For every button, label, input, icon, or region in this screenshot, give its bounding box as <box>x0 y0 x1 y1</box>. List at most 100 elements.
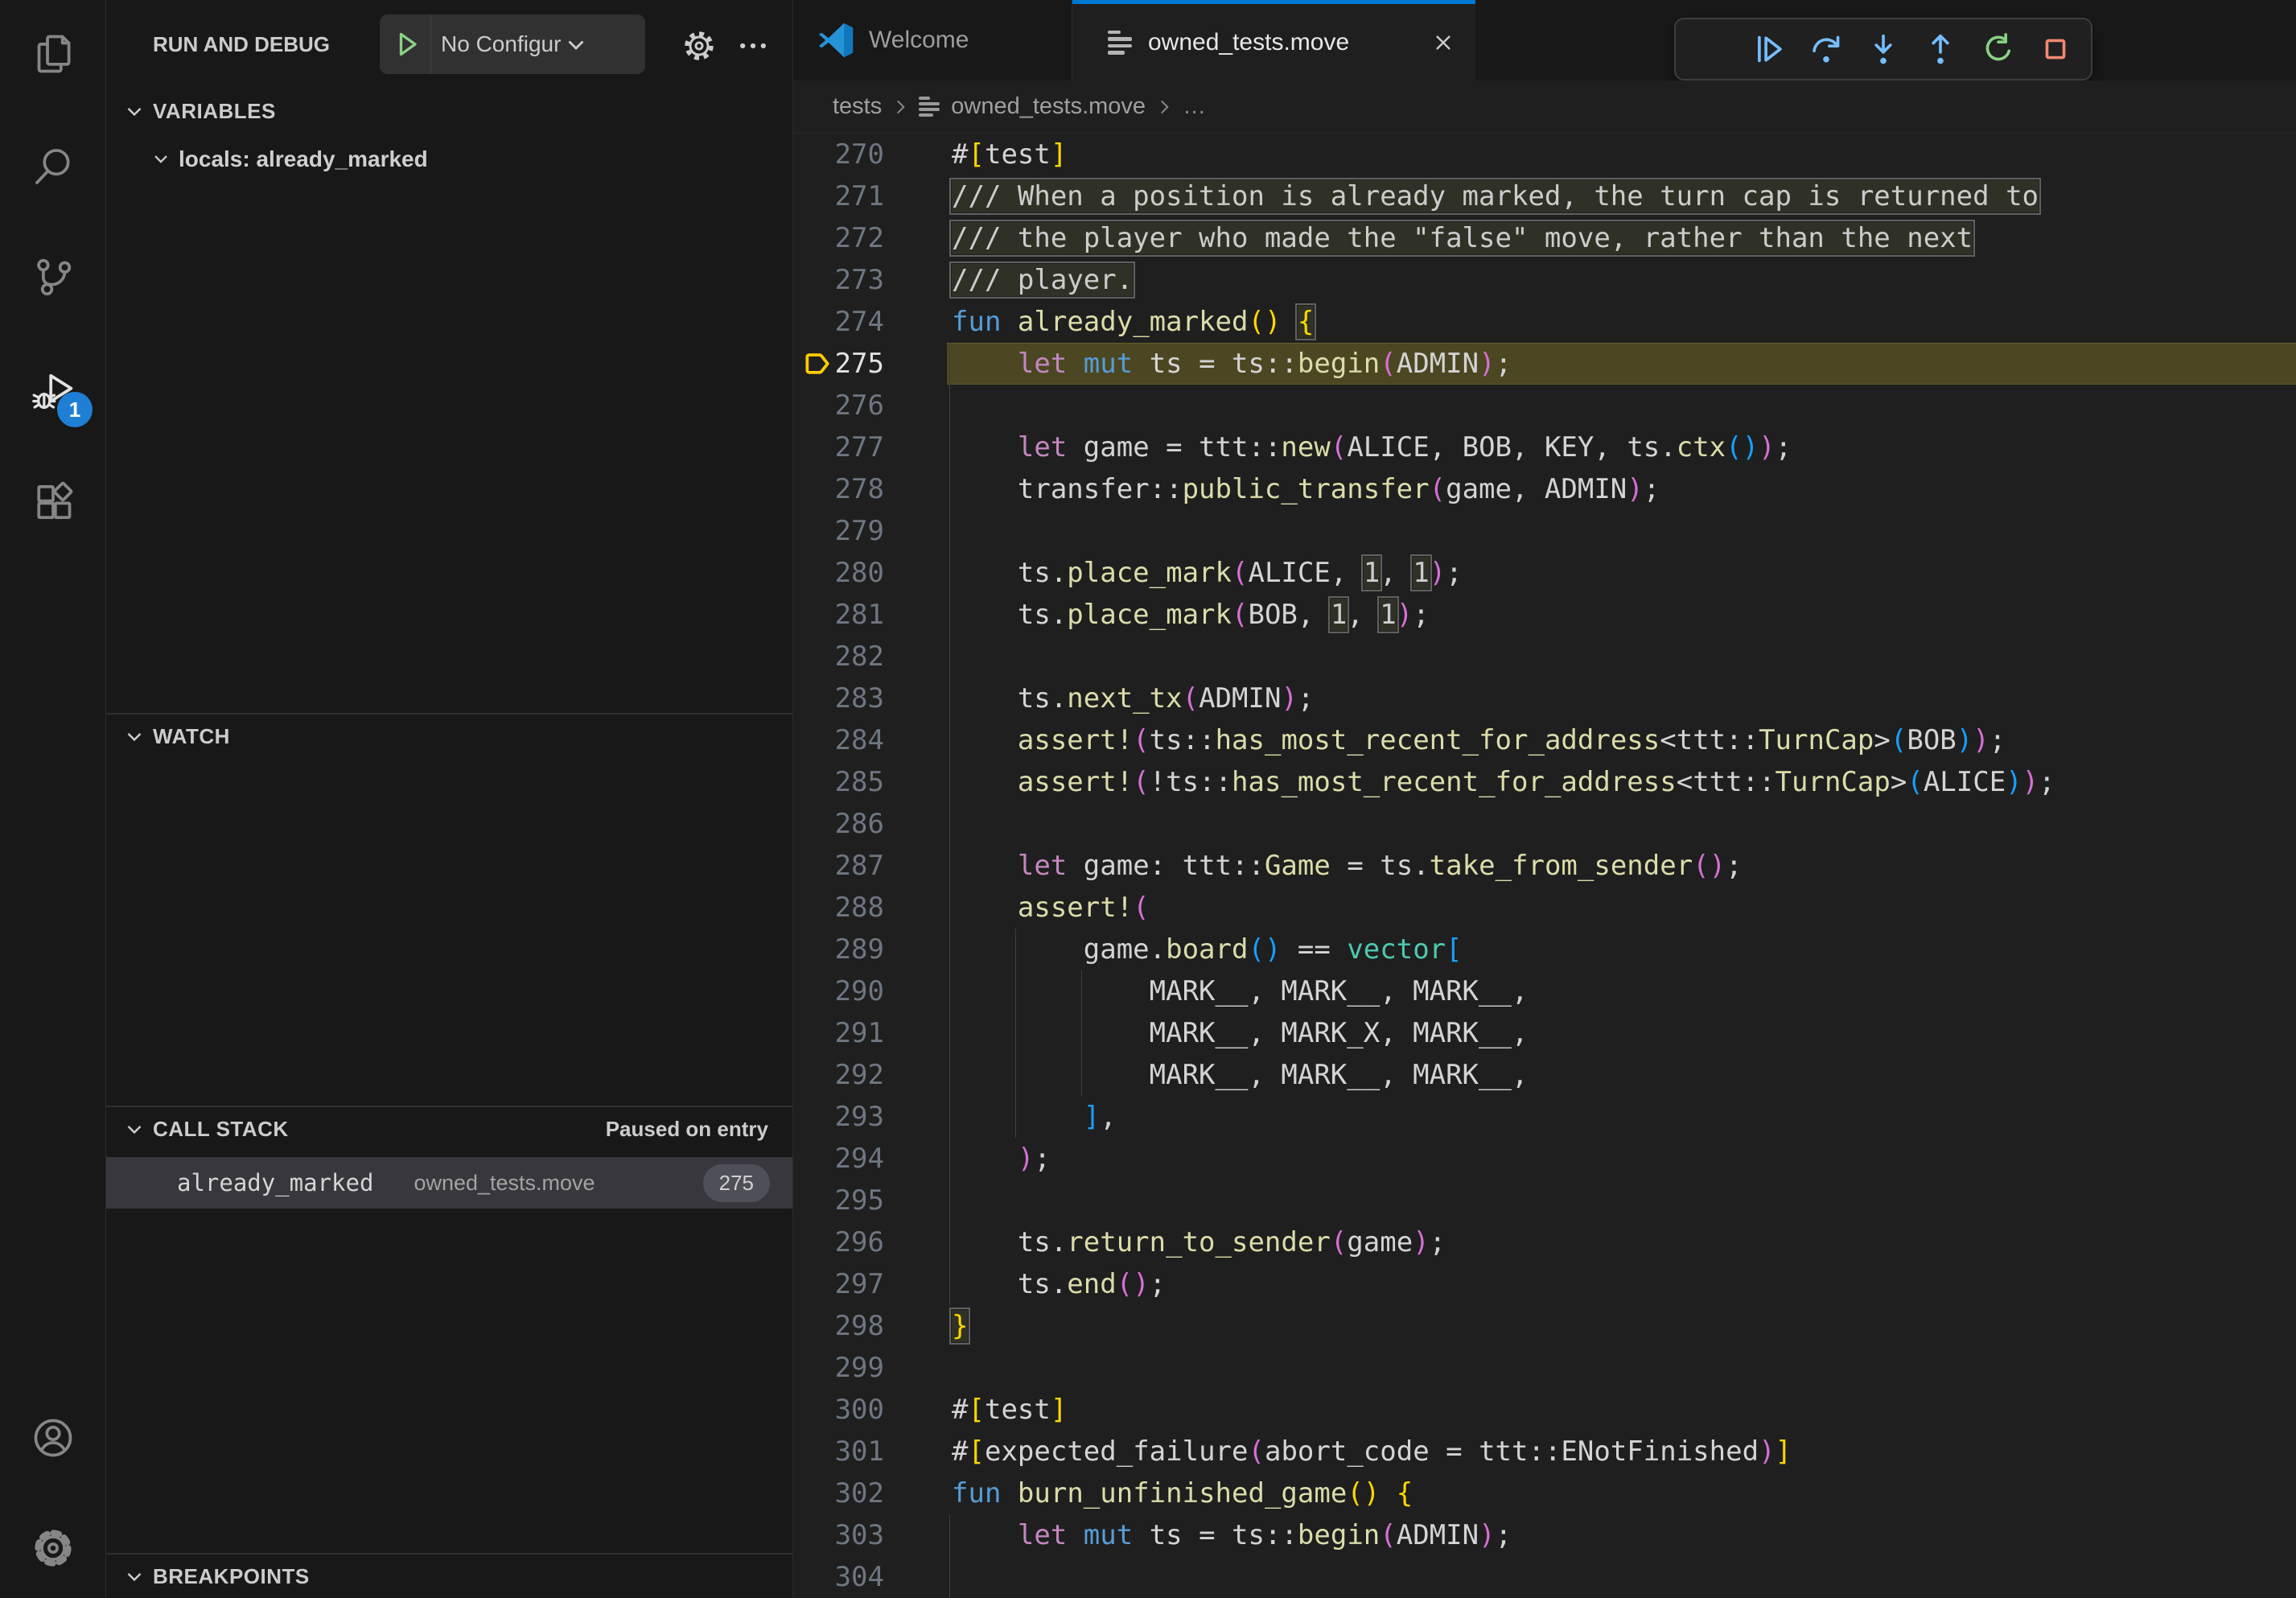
code-content[interactable]: let game: ttt::Game = ts.take_from_sende… <box>947 845 2296 887</box>
code-line-291[interactable]: 291 MARK__, MARK_X, MARK__, <box>793 1012 2296 1054</box>
code-content[interactable]: ts.place_mark(BOB, 1, 1); <box>947 594 2296 636</box>
code-line-276[interactable]: 276 <box>793 385 2296 426</box>
debug-settings-gear-button[interactable] <box>680 28 718 67</box>
gutter-line-281[interactable]: 281 <box>793 594 947 636</box>
gutter-line-295[interactable]: 295 <box>793 1180 947 1221</box>
code-content[interactable]: #[test] <box>947 1389 2296 1431</box>
code-content[interactable]: ); <box>947 1138 2296 1180</box>
code-content[interactable]: /// the player who made the "false" move… <box>947 217 2296 259</box>
code-content[interactable]: ts.place_mark(ALICE, 1, 1); <box>947 552 2296 594</box>
breadcrumb-file[interactable]: owned_tests.move <box>951 93 1146 120</box>
gutter-line-304[interactable]: 304 <box>793 1556 947 1598</box>
code-content[interactable]: assert!(!ts::has_most_recent_for_address… <box>947 761 2296 803</box>
code-content[interactable] <box>947 1347 2296 1389</box>
continue-button[interactable] <box>1745 26 1792 72</box>
breadcrumb-folder[interactable]: tests <box>833 93 882 120</box>
restart-button[interactable] <box>1975 26 2022 72</box>
step-over-button[interactable] <box>1803 26 1850 72</box>
call-stack-frame[interactable]: already_marked owned_tests.move 275 <box>106 1157 792 1209</box>
gutter-line-303[interactable]: 303 <box>793 1514 947 1556</box>
code-line-284[interactable]: 284 assert!(ts::has_most_recent_for_addr… <box>793 719 2296 761</box>
code-line-275[interactable]: 275 let mut ts = ts::begin(ADMIN); <box>793 343 2296 385</box>
code-content[interactable]: MARK__, MARK__, MARK__, <box>947 970 2296 1012</box>
code-content[interactable]: transfer::public_transfer(game, ADMIN); <box>947 468 2296 510</box>
code-line-279[interactable]: 279 <box>793 510 2296 552</box>
code-line-287[interactable]: 287 let game: ttt::Game = ts.take_from_s… <box>793 845 2296 887</box>
code-content[interactable]: assert!(ts::has_most_recent_for_address<… <box>947 719 2296 761</box>
code-line-299[interactable]: 299 <box>793 1347 2296 1389</box>
settings-button[interactable] <box>27 1523 80 1576</box>
code-line-286[interactable]: 286 <box>793 803 2296 845</box>
gutter-line-272[interactable]: 272 <box>793 217 947 259</box>
code-content[interactable]: MARK__, MARK__, MARK__, <box>947 1054 2296 1096</box>
code-line-282[interactable]: 282 <box>793 636 2296 678</box>
code-line-277[interactable]: 277 let game = ttt::new(ALICE, BOB, KEY,… <box>793 426 2296 468</box>
gutter-line-280[interactable]: 280 <box>793 552 947 594</box>
gutter-line-288[interactable]: 288 <box>793 887 947 929</box>
gutter-line-274[interactable]: 274 <box>793 301 947 343</box>
code-line-274[interactable]: 274fun already_marked() { <box>793 301 2296 343</box>
step-into-button[interactable] <box>1860 26 1907 72</box>
code-line-304[interactable]: 304 <box>793 1556 2296 1598</box>
gutter-line-275[interactable]: 275 <box>793 343 947 385</box>
code-line-294[interactable]: 294 ); <box>793 1138 2296 1180</box>
drag-handle[interactable] <box>1688 26 1734 72</box>
code-content[interactable]: let game = ttt::new(ALICE, BOB, KEY, ts.… <box>947 426 2296 468</box>
tab-owned-tests-move[interactable]: owned_tests.move <box>1072 0 1475 80</box>
code-content[interactable] <box>947 1556 2296 1598</box>
gutter-line-285[interactable]: 285 <box>793 761 947 803</box>
code-line-295[interactable]: 295 <box>793 1180 2296 1221</box>
code-content[interactable] <box>947 803 2296 845</box>
gutter-line-282[interactable]: 282 <box>793 636 947 678</box>
code-content[interactable]: fun burn_unfinished_game() { <box>947 1472 2296 1514</box>
more-actions-button[interactable] <box>734 28 772 67</box>
gutter-line-277[interactable]: 277 <box>793 426 947 468</box>
code-line-298[interactable]: 298} <box>793 1305 2296 1347</box>
close-icon[interactable] <box>1430 30 1456 56</box>
code-line-302[interactable]: 302fun burn_unfinished_game() { <box>793 1472 2296 1514</box>
code-content[interactable] <box>947 510 2296 552</box>
gutter-line-299[interactable]: 299 <box>793 1347 947 1389</box>
code-content[interactable]: ts.next_tx(ADMIN); <box>947 678 2296 719</box>
code-line-280[interactable]: 280 ts.place_mark(ALICE, 1, 1); <box>793 552 2296 594</box>
code-content[interactable] <box>947 636 2296 678</box>
code-content[interactable]: let mut ts = ts::begin(ADMIN); <box>947 343 2296 385</box>
code-content[interactable]: game.board() == vector[ <box>947 929 2296 970</box>
code-line-278[interactable]: 278 transfer::public_transfer(game, ADMI… <box>793 468 2296 510</box>
code-line-289[interactable]: 289 game.board() == vector[ <box>793 929 2296 970</box>
gutter-line-294[interactable]: 294 <box>793 1138 947 1180</box>
code-line-300[interactable]: 300#[test] <box>793 1389 2296 1431</box>
gutter-line-301[interactable]: 301 <box>793 1431 947 1472</box>
code-content[interactable]: let mut ts = ts::begin(ADMIN); <box>947 1514 2296 1556</box>
code-content[interactable] <box>947 1180 2296 1221</box>
code-line-281[interactable]: 281 ts.place_mark(BOB, 1, 1); <box>793 594 2296 636</box>
call-stack-section-header[interactable]: CALL STACK Paused on entry <box>106 1106 792 1151</box>
code-line-290[interactable]: 290 MARK__, MARK__, MARK__, <box>793 970 2296 1012</box>
tab-welcome[interactable]: Welcome <box>793 0 1072 80</box>
code-line-270[interactable]: 270#[test] <box>793 134 2296 175</box>
gutter-line-287[interactable]: 287 <box>793 845 947 887</box>
step-out-button[interactable] <box>1917 26 1964 72</box>
gutter-line-284[interactable]: 284 <box>793 719 947 761</box>
variables-section-header[interactable]: VARIABLES <box>106 89 792 134</box>
code-line-272[interactable]: 272/// the player who made the "false" m… <box>793 217 2296 259</box>
activity-item-source-control[interactable] <box>27 252 80 305</box>
gutter-line-298[interactable]: 298 <box>793 1305 947 1347</box>
code-line-303[interactable]: 303 let mut ts = ts::begin(ADMIN); <box>793 1514 2296 1556</box>
code-content[interactable]: fun already_marked() { <box>947 301 2296 343</box>
code-content[interactable]: #[expected_failure(abort_code = ttt::ENo… <box>947 1431 2296 1472</box>
gutter-line-291[interactable]: 291 <box>793 1012 947 1054</box>
gutter-line-293[interactable]: 293 <box>793 1096 947 1138</box>
debug-config-dropdown[interactable]: No Configur <box>380 14 645 74</box>
stop-button[interactable] <box>2032 26 2079 72</box>
gutter-line-273[interactable]: 273 <box>793 259 947 301</box>
code-content[interactable]: /// When a position is already marked, t… <box>947 175 2296 217</box>
account-button[interactable] <box>27 1413 80 1466</box>
gutter-line-296[interactable]: 296 <box>793 1221 947 1263</box>
code-content[interactable]: ts.end(); <box>947 1263 2296 1305</box>
gutter-line-283[interactable]: 283 <box>793 678 947 719</box>
code-content[interactable]: ts.return_to_sender(game); <box>947 1221 2296 1263</box>
code-line-296[interactable]: 296 ts.return_to_sender(game); <box>793 1221 2296 1263</box>
activity-item-extensions[interactable] <box>27 477 80 530</box>
breadcrumb-symbol[interactable]: … <box>1183 93 1206 120</box>
